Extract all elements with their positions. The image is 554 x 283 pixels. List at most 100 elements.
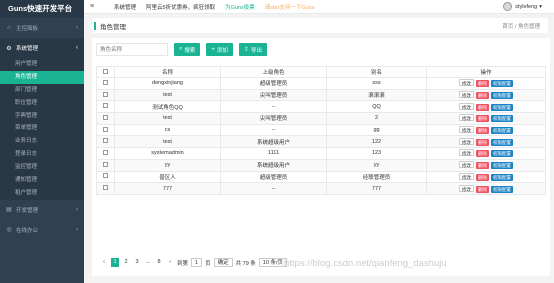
sidebar-group-top-1[interactable]: ⚙ 系统管理 ‹ xyxy=(0,38,84,58)
page-2-button[interactable]: 2 xyxy=(122,258,130,267)
sidebar-item-10[interactable]: 租户管理 xyxy=(0,187,84,200)
cell-alias: 经联管理员 xyxy=(326,170,427,184)
edit-button[interactable]: 修改 xyxy=(459,79,474,87)
goto-page-input[interactable]: 1 xyxy=(191,258,203,267)
cell-parent-role: 系统超级用户 xyxy=(220,158,327,172)
system-submenu: 用户管理 角色管理 部门管理 职位管理 字典管理 菜单管理 业务日志 登录日志 监控管理 通知管理… xyxy=(0,58,84,200)
row-select-cell[interactable] xyxy=(96,100,115,114)
row-checkbox[interactable] xyxy=(103,161,108,167)
row-checkbox[interactable] xyxy=(103,149,108,155)
nav-star-guns[interactable]: 请star支持一下Guns xyxy=(265,3,315,11)
header-alias[interactable]: 别名 xyxy=(326,66,427,78)
row-checkbox[interactable] xyxy=(103,79,108,85)
permission-config-button[interactable]: 权限配置 xyxy=(491,103,513,111)
sidebar-item-2[interactable]: 部门管理 xyxy=(0,84,84,97)
permission-config-button[interactable]: 权限配置 xyxy=(491,115,513,123)
edit-button[interactable]: 修改 xyxy=(459,161,474,169)
sidebar-group-bottom-1[interactable]: ◎ 在线办公 ‹ xyxy=(0,220,84,240)
page-8-button[interactable]: 8 xyxy=(155,258,163,267)
row-checkbox[interactable] xyxy=(103,138,108,144)
delete-button[interactable]: 删除 xyxy=(476,150,489,158)
row-select-cell[interactable] xyxy=(96,158,115,172)
delete-button[interactable]: 删除 xyxy=(476,173,489,181)
select-all-checkbox[interactable] xyxy=(103,68,108,74)
sidebar-item-0[interactable]: 用户管理 xyxy=(0,58,84,71)
page-3-button[interactable]: 3 xyxy=(133,258,141,267)
menu-toggle-icon[interactable]: ≡ xyxy=(90,3,100,10)
permission-config-button[interactable]: 权限配置 xyxy=(491,185,513,193)
goto-label: 到第 xyxy=(177,260,189,267)
toolbar: ⌕搜索 +添加 ⇪导出 xyxy=(96,43,273,56)
row-checkbox[interactable] xyxy=(103,91,108,97)
edit-button[interactable]: 修改 xyxy=(459,114,474,122)
export-button[interactable]: ⇪ 导出 xyxy=(238,43,267,56)
prev-page-button[interactable]: ‹ xyxy=(100,258,108,267)
row-select-cell[interactable] xyxy=(96,88,115,102)
page-ellipsis: ... xyxy=(145,259,151,265)
row-checkbox[interactable] xyxy=(103,126,108,132)
delete-button[interactable]: 删除 xyxy=(476,115,489,123)
permission-config-button[interactable]: 权限配置 xyxy=(491,127,513,135)
header-parent-role[interactable]: 上级角色 xyxy=(220,66,327,78)
row-select-cell[interactable] xyxy=(96,77,115,90)
edit-button[interactable]: 修改 xyxy=(459,137,474,145)
edit-button[interactable]: 修改 xyxy=(459,184,474,192)
sidebar-item-1[interactable]: 角色管理 xyxy=(0,70,84,84)
delete-button[interactable]: 删除 xyxy=(476,138,489,146)
row-checkbox[interactable] xyxy=(103,114,108,120)
row-checkbox[interactable] xyxy=(103,103,108,109)
row-select-cell[interactable] xyxy=(96,182,115,195)
cell-parent-role: 超级管理员 xyxy=(220,170,327,184)
sidebar-item-7[interactable]: 登录日志 xyxy=(0,148,84,161)
edit-button[interactable]: 修改 xyxy=(459,102,474,110)
delete-button[interactable]: 删除 xyxy=(476,127,489,135)
nav-vote-guns[interactable]: 为Guns投票 xyxy=(225,3,255,11)
sidebar-item-5[interactable]: 菜单管理 xyxy=(0,122,84,135)
cell-actions: 修改 删除 权限配置 xyxy=(426,182,546,195)
sidebar-item-9[interactable]: 通知管理 xyxy=(0,174,84,187)
sidebar-item-6[interactable]: 业务日志 xyxy=(0,135,84,148)
permission-config-button[interactable]: 权限配置 xyxy=(491,173,513,181)
per-page-select[interactable]: 10 条/页 xyxy=(258,258,287,267)
page-1-button[interactable]: 1 xyxy=(111,258,119,267)
chevron-icon: ‹ xyxy=(76,226,78,233)
row-select-cell[interactable] xyxy=(96,135,115,149)
delete-button[interactable]: 删除 xyxy=(476,92,489,100)
sidebar-item-3[interactable]: 职位管理 xyxy=(0,97,84,110)
permission-config-button[interactable]: 权限配置 xyxy=(491,80,513,88)
row-select-cell[interactable] xyxy=(96,123,115,137)
header-select-all[interactable] xyxy=(96,66,115,78)
next-page-button[interactable]: › xyxy=(166,258,174,267)
row-select-cell[interactable] xyxy=(96,112,115,125)
search-button[interactable]: ⌕ 搜索 xyxy=(174,43,201,56)
sidebar-item-4[interactable]: 字典管理 xyxy=(0,110,84,123)
sidebar-group-bottom-0[interactable]: ▤ 开发管理 ‹ xyxy=(0,200,84,220)
edit-button[interactable]: 修改 xyxy=(459,91,474,99)
add-button[interactable]: + 添加 xyxy=(206,43,233,56)
edit-button[interactable]: 修改 xyxy=(459,172,474,180)
sidebar-item-8[interactable]: 监控管理 xyxy=(0,161,84,174)
delete-button[interactable]: 删除 xyxy=(476,80,489,88)
edit-button[interactable]: 修改 xyxy=(459,149,474,157)
role-name-search-input[interactable] xyxy=(96,43,168,56)
cell-actions: 修改 删除 权限配置 xyxy=(426,170,546,184)
table-row: 普区人 超级管理员 经联管理员 修改 删除 权限配置 xyxy=(96,170,546,184)
header-name[interactable]: 名称 xyxy=(114,66,221,78)
user-menu[interactable]: stylefeng ▾ xyxy=(503,2,542,11)
permission-config-button[interactable]: 权限配置 xyxy=(491,150,513,158)
permission-config-button[interactable]: 权限配置 xyxy=(491,138,513,146)
edit-button[interactable]: 修改 xyxy=(459,126,474,134)
nav-system-management[interactable]: 系统管理 xyxy=(114,3,136,11)
row-select-cell[interactable] xyxy=(96,170,115,184)
permission-config-button[interactable]: 权限配置 xyxy=(491,92,513,100)
sidebar-group-top-0[interactable]: ⌂ 主控面板 ‹ xyxy=(0,18,84,38)
row-select-cell[interactable] xyxy=(96,147,115,160)
delete-button[interactable]: 删除 xyxy=(476,185,489,193)
permission-config-button[interactable]: 权限配置 xyxy=(491,162,513,170)
nav-aliyun-coupon[interactable]: 阿里云5折优惠券，疯狂领取 xyxy=(146,3,215,11)
delete-button[interactable]: 删除 xyxy=(476,103,489,111)
row-checkbox[interactable] xyxy=(103,185,108,191)
goto-confirm-button[interactable]: 确定 xyxy=(213,258,233,267)
row-checkbox[interactable] xyxy=(103,173,108,179)
delete-button[interactable]: 删除 xyxy=(476,162,489,170)
